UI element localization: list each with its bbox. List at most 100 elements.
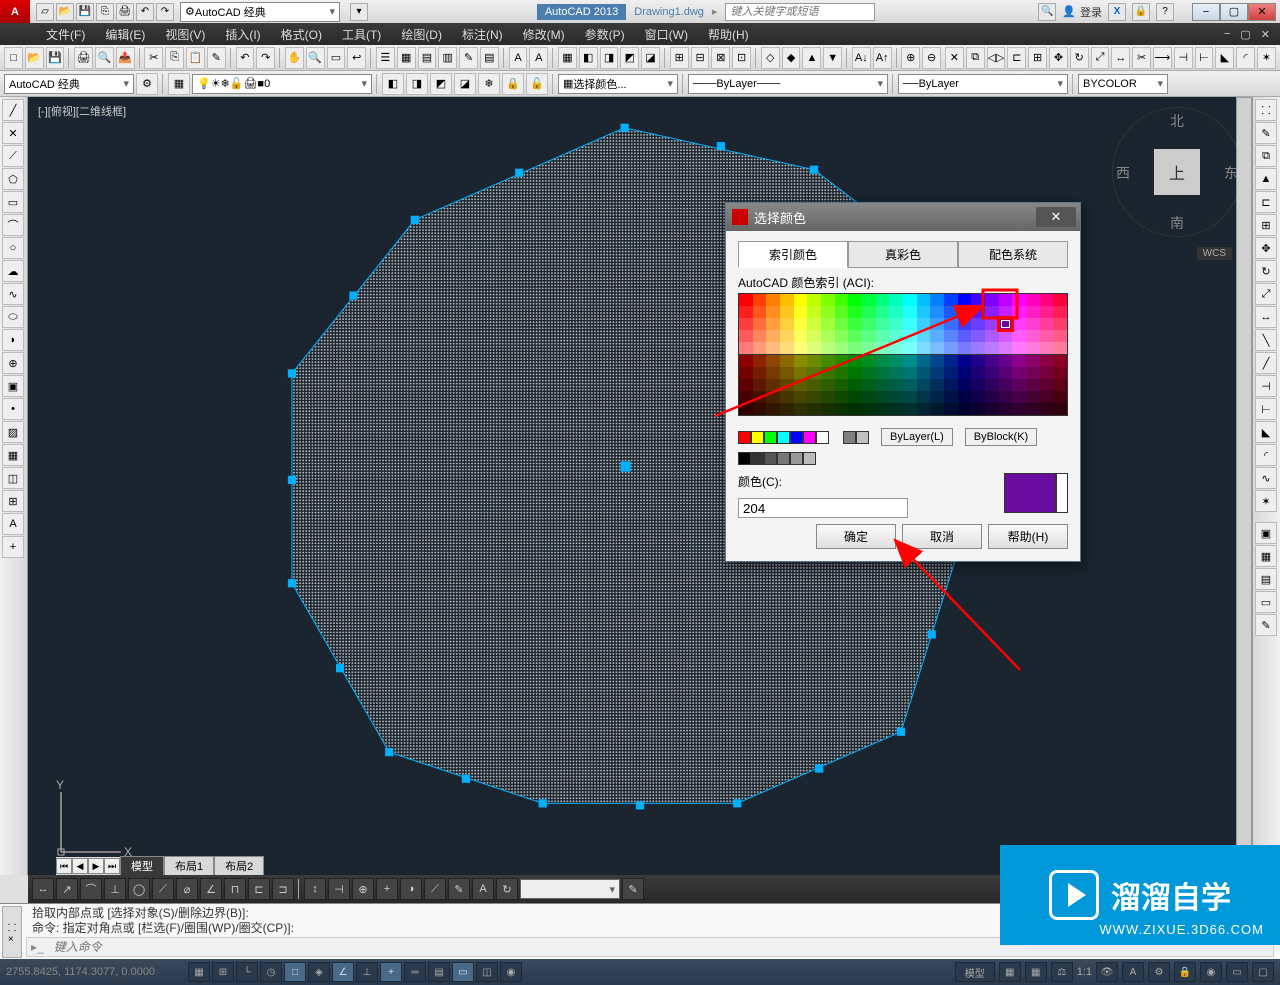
r-group[interactable]: ▦	[1255, 545, 1277, 567]
calc-button[interactable]: ▤	[480, 47, 499, 69]
color-grid-top[interactable]	[738, 293, 1068, 355]
r-blend[interactable]: ∿	[1255, 467, 1277, 489]
r-explode[interactable]: ✶	[1255, 490, 1277, 512]
layer-on-button[interactable]: ◪	[454, 73, 476, 95]
save-button[interactable]: 💾	[46, 47, 65, 69]
dim-arc[interactable]: ⌒	[80, 878, 102, 900]
copy-button[interactable]: ⎘	[165, 47, 184, 69]
tab-model[interactable]: 模型	[120, 856, 164, 875]
menu-format[interactable]: 格式(O)	[271, 23, 332, 46]
layer-off-button[interactable]: ◩	[430, 73, 452, 95]
dim-radius[interactable]: ◯	[128, 878, 150, 900]
dialog-titlebar[interactable]: 选择颜色 ✕	[726, 203, 1080, 231]
new-button[interactable]: □	[4, 47, 23, 69]
modify-explode[interactable]: ✶	[1257, 47, 1276, 69]
tab-colorbook[interactable]: 配色系统	[958, 241, 1068, 268]
rect-button[interactable]: ▭	[2, 191, 24, 213]
modify-mirror[interactable]: ◁▷	[987, 47, 1006, 69]
menu-modify[interactable]: 修改(M)	[513, 23, 575, 46]
r-scale[interactable]: ⤢	[1255, 283, 1277, 305]
dimstyle-button[interactable]: ✎	[622, 878, 644, 900]
viewcube-top[interactable]: 上	[1154, 149, 1200, 195]
color-value-input[interactable]	[738, 498, 908, 518]
viewcube[interactable]: 北 南 东 西 上	[1112, 107, 1242, 237]
r-erase[interactable]: ✎	[1255, 122, 1277, 144]
close-button[interactable]: ✕	[1248, 3, 1276, 21]
standard-colors[interactable]	[738, 431, 829, 444]
dim-space[interactable]: ↕	[304, 878, 326, 900]
dim-edit[interactable]: ✎	[448, 878, 470, 900]
r-offset[interactable]: ⊏	[1255, 191, 1277, 213]
tb-y2[interactable]: ◆	[782, 47, 801, 69]
menu-insert[interactable]: 插入(I)	[215, 23, 270, 46]
r-break[interactable]: ⊣	[1255, 375, 1277, 397]
tb-x1[interactable]: ⊞	[670, 47, 689, 69]
pline-button[interactable]: ⟋	[2, 145, 24, 167]
tb-a2[interactable]: A	[529, 47, 548, 69]
dim-base[interactable]: ⊏	[248, 878, 270, 900]
tb-m1[interactable]: ⊕	[901, 47, 920, 69]
workspace-combo-2[interactable]: AutoCAD 经典	[4, 74, 134, 94]
lock-ui-button[interactable]: 🔒	[1174, 962, 1196, 982]
r-join[interactable]: ⊢	[1255, 398, 1277, 420]
dim-dia[interactable]: ⌀	[176, 878, 198, 900]
ortho-button[interactable]: └	[236, 962, 258, 982]
ws-switch-button[interactable]: ⚙	[1148, 962, 1170, 982]
modify-array[interactable]: ⊞	[1028, 47, 1047, 69]
qat-more-icon[interactable]: ▾	[350, 3, 368, 21]
tab-next-icon[interactable]: ▶	[88, 858, 104, 874]
tab-prev-icon[interactable]: ◀	[72, 858, 88, 874]
tb-m2[interactable]: ⊖	[922, 47, 941, 69]
osnap-button[interactable]: □	[284, 962, 306, 982]
viewcube-west[interactable]: 西	[1116, 163, 1130, 183]
am-button[interactable]: ◉	[500, 962, 522, 982]
sheet-set-button[interactable]: ▥	[438, 47, 457, 69]
redo-button[interactable]: ↷	[256, 47, 275, 69]
color-grid-bottom[interactable]	[738, 355, 1068, 416]
lock-icon[interactable]: 🔒	[1132, 3, 1150, 21]
gray-colors[interactable]	[843, 431, 869, 444]
layer-uniso-button[interactable]: ◨	[406, 73, 428, 95]
modify-join[interactable]: ⊢	[1195, 47, 1214, 69]
tab-layout1[interactable]: 布局1	[164, 856, 214, 875]
mtext-button[interactable]: A	[2, 513, 24, 535]
menu-file[interactable]: 文件(F)	[36, 23, 95, 46]
menu-draw[interactable]: 绘图(D)	[391, 23, 452, 46]
r-stretch[interactable]: ↔	[1255, 306, 1277, 328]
dialog-close-button[interactable]: ✕	[1036, 207, 1076, 227]
infocenter-icon[interactable]: 🔍	[1038, 3, 1056, 21]
exchange-icon[interactable]: X	[1108, 3, 1126, 21]
tab-truecolor[interactable]: 真彩色	[848, 241, 958, 268]
design-center-button[interactable]: ▦	[397, 47, 416, 69]
r-edit[interactable]: ✎	[1255, 614, 1277, 636]
tab-first-icon[interactable]: ⏮	[56, 858, 72, 874]
insert-button[interactable]: ⊕	[2, 352, 24, 374]
minimize-button[interactable]: −	[1192, 3, 1220, 21]
tb-y1[interactable]: ◇	[761, 47, 780, 69]
ok-button[interactable]: 确定	[816, 524, 896, 549]
tool-palette-button[interactable]: ▤	[418, 47, 437, 69]
dim-aligned[interactable]: ↗	[56, 878, 78, 900]
dim-tedit[interactable]: A	[472, 878, 494, 900]
markup-button[interactable]: ✎	[459, 47, 478, 69]
earc-button[interactable]: ◗	[2, 329, 24, 351]
plotstyle-combo[interactable]: BYCOLOR	[1078, 74, 1168, 94]
modify-stretch[interactable]: ↔	[1111, 47, 1130, 69]
r-drag[interactable]: ⸬	[1255, 99, 1277, 121]
3dosnap-button[interactable]: ◈	[308, 962, 330, 982]
maximize-button[interactable]: ▢	[1220, 3, 1248, 21]
dim-cont[interactable]: ⊐	[272, 878, 294, 900]
preview-button[interactable]: 🔍	[95, 47, 114, 69]
viewcube-south[interactable]: 南	[1170, 213, 1184, 233]
cline-button[interactable]: ✕	[2, 122, 24, 144]
save-icon[interactable]: 💾	[76, 3, 94, 21]
lineweight-combo[interactable]: ── ByLayer	[898, 74, 1068, 94]
help-button[interactable]: 帮助(H)	[988, 524, 1068, 549]
pan-button[interactable]: ✋	[285, 47, 304, 69]
r-draw[interactable]: ▭	[1255, 591, 1277, 613]
dyn-button[interactable]: +	[380, 962, 402, 982]
layer-b[interactable]: ◨	[600, 47, 619, 69]
gradient-button[interactable]: ▦	[2, 444, 24, 466]
layer-freeze-button[interactable]: ❄	[478, 73, 500, 95]
menu-dim[interactable]: 标注(N)	[452, 23, 513, 46]
